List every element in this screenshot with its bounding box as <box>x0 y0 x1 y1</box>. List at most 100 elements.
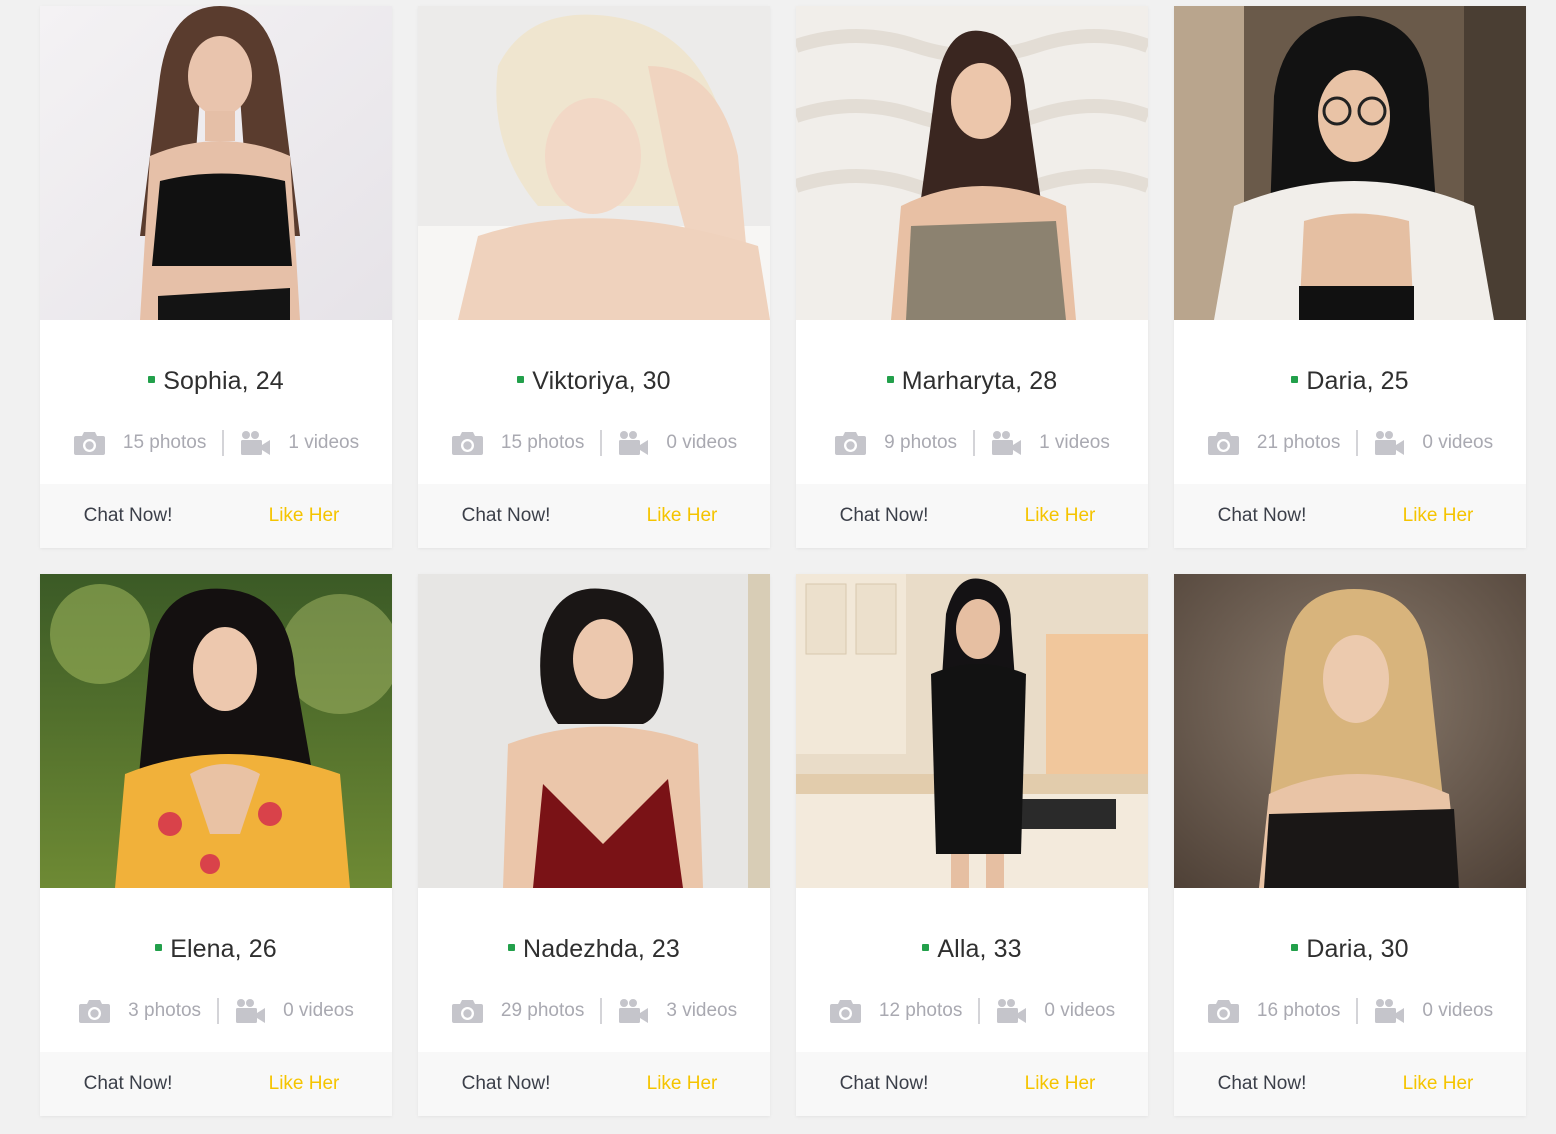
video-camera-icon <box>991 430 1022 456</box>
profile-name-age[interactable]: Daria, 30 <box>1306 935 1408 963</box>
chat-now-button[interactable]: Chat Now! <box>418 505 594 527</box>
profile-info: Daria, 25 21 photos 0 videos <box>1174 320 1526 484</box>
profile-card: Sophia, 24 15 photos 1 videos Chat Now! … <box>40 6 392 548</box>
online-status-dot <box>886 376 894 383</box>
like-her-button[interactable]: Like Her <box>972 505 1148 527</box>
video-camera-icon <box>996 998 1027 1024</box>
video-count[interactable]: 0 videos <box>980 998 1131 1024</box>
video-count-label: 0 videos <box>1044 1000 1116 1021</box>
profile-name-row[interactable]: Marharyta, 28 <box>796 367 1148 396</box>
online-status-dot <box>1291 376 1299 383</box>
profile-info: Alla, 33 12 photos 0 videos <box>796 888 1148 1052</box>
profile-name-row[interactable]: Elena, 26 <box>40 935 392 964</box>
profile-photo[interactable] <box>40 6 392 320</box>
photo-count-label: 16 photos <box>1256 1000 1341 1021</box>
profile-name-row[interactable]: Daria, 25 <box>1174 367 1526 396</box>
profile-name-row[interactable]: Daria, 30 <box>1174 935 1526 964</box>
like-her-button[interactable]: Like Her <box>216 1073 392 1095</box>
card-actions: Chat Now! Like Her <box>796 484 1148 548</box>
profile-name-age[interactable]: Daria, 25 <box>1306 367 1408 395</box>
video-count-label: 1 videos <box>1039 432 1110 453</box>
photo-count[interactable]: 15 photos <box>435 430 600 456</box>
photo-count[interactable]: 9 photos <box>818 430 973 456</box>
video-count[interactable]: 3 videos <box>602 998 753 1024</box>
profile-card: Marharyta, 28 9 photos 1 videos Chat Now… <box>796 6 1148 548</box>
camera-icon <box>451 998 484 1024</box>
video-count-label: 0 videos <box>283 1000 354 1021</box>
profile-name-row[interactable]: Sophia, 24 <box>40 367 392 396</box>
profile-name-age[interactable]: Viktoriya, 30 <box>532 367 670 395</box>
profile-grid: Sophia, 24 15 photos 1 videos Chat Now! … <box>40 6 1526 1116</box>
online-status-dot <box>517 376 525 383</box>
profile-card: Alla, 33 12 photos 0 videos Chat Now! Li… <box>796 574 1148 1116</box>
profile-card: Daria, 30 16 photos 0 videos Chat Now! L… <box>1174 574 1526 1116</box>
profile-name-row[interactable]: Alla, 33 <box>796 935 1148 964</box>
card-actions: Chat Now! Like Her <box>40 1052 392 1116</box>
profile-photo[interactable] <box>418 6 770 320</box>
video-count[interactable]: 1 videos <box>975 430 1126 456</box>
like-her-button[interactable]: Like Her <box>1350 505 1526 527</box>
profile-info: Viktoriya, 30 15 photos 0 videos <box>418 320 770 484</box>
profile-photo[interactable] <box>40 574 392 888</box>
photo-count[interactable]: 15 photos <box>57 430 222 456</box>
camera-icon <box>1207 998 1240 1024</box>
video-count[interactable]: 0 videos <box>602 430 753 456</box>
card-actions: Chat Now! Like Her <box>1174 1052 1526 1116</box>
like-her-button[interactable]: Like Her <box>216 505 392 527</box>
video-camera-icon <box>240 430 271 456</box>
photo-count-label: 15 photos <box>122 432 207 453</box>
profile-photo[interactable] <box>1174 6 1526 320</box>
chat-now-button[interactable]: Chat Now! <box>796 505 972 527</box>
online-status-dot <box>148 376 156 383</box>
chat-now-button[interactable]: Chat Now! <box>40 505 216 527</box>
camera-icon <box>834 430 867 456</box>
media-stats: 9 photos 1 videos <box>796 427 1148 459</box>
profile-name-row[interactable]: Nadezhda, 23 <box>418 935 770 964</box>
profile-name-age[interactable]: Marharyta, 28 <box>902 367 1058 395</box>
video-count[interactable]: 1 videos <box>224 430 375 456</box>
photo-count[interactable]: 29 photos <box>435 998 600 1024</box>
video-camera-icon <box>1374 430 1405 456</box>
video-camera-icon <box>1374 998 1405 1024</box>
profile-name-age[interactable]: Nadezhda, 23 <box>523 935 680 963</box>
like-her-button[interactable]: Like Her <box>972 1073 1148 1095</box>
profile-card: Nadezhda, 23 29 photos 3 videos Chat Now… <box>418 574 770 1116</box>
profile-name-age[interactable]: Alla, 33 <box>937 935 1021 963</box>
media-stats: 21 photos 0 videos <box>1174 427 1526 459</box>
card-actions: Chat Now! Like Her <box>418 484 770 548</box>
photo-count-label: 21 photos <box>1256 432 1341 453</box>
photo-count[interactable]: 16 photos <box>1191 998 1356 1024</box>
photo-count[interactable]: 3 photos <box>62 998 217 1024</box>
like-her-button[interactable]: Like Her <box>1350 1073 1526 1095</box>
profile-photo[interactable] <box>796 6 1148 320</box>
profile-photo[interactable] <box>796 574 1148 888</box>
video-count[interactable]: 0 videos <box>219 998 370 1024</box>
card-actions: Chat Now! Like Her <box>418 1052 770 1116</box>
media-stats: 29 photos 3 videos <box>418 995 770 1027</box>
video-camera-icon <box>618 998 649 1024</box>
chat-now-button[interactable]: Chat Now! <box>40 1073 216 1095</box>
profile-name-age[interactable]: Sophia, 24 <box>163 367 284 395</box>
like-her-button[interactable]: Like Her <box>594 1073 770 1095</box>
video-count[interactable]: 0 videos <box>1358 430 1509 456</box>
profile-photo[interactable] <box>418 574 770 888</box>
profile-info: Elena, 26 3 photos 0 videos <box>40 888 392 1052</box>
chat-now-button[interactable]: Chat Now! <box>418 1073 594 1095</box>
video-camera-icon <box>618 430 649 456</box>
camera-icon <box>78 998 111 1024</box>
video-count[interactable]: 0 videos <box>1358 998 1509 1024</box>
profile-photo[interactable] <box>1174 574 1526 888</box>
profile-card: Elena, 26 3 photos 0 videos Chat Now! Li… <box>40 574 392 1116</box>
media-stats: 3 photos 0 videos <box>40 995 392 1027</box>
chat-now-button[interactable]: Chat Now! <box>1174 1073 1350 1095</box>
like-her-button[interactable]: Like Her <box>594 505 770 527</box>
profile-info: Nadezhda, 23 29 photos 3 videos <box>418 888 770 1052</box>
chat-now-button[interactable]: Chat Now! <box>796 1073 972 1095</box>
photo-count[interactable]: 12 photos <box>813 998 978 1024</box>
chat-now-button[interactable]: Chat Now! <box>1174 505 1350 527</box>
profile-name-row[interactable]: Viktoriya, 30 <box>418 367 770 396</box>
photo-count[interactable]: 21 photos <box>1191 430 1356 456</box>
video-count-label: 0 videos <box>666 432 738 453</box>
online-status-dot <box>508 944 516 951</box>
profile-name-age[interactable]: Elena, 26 <box>170 935 277 963</box>
